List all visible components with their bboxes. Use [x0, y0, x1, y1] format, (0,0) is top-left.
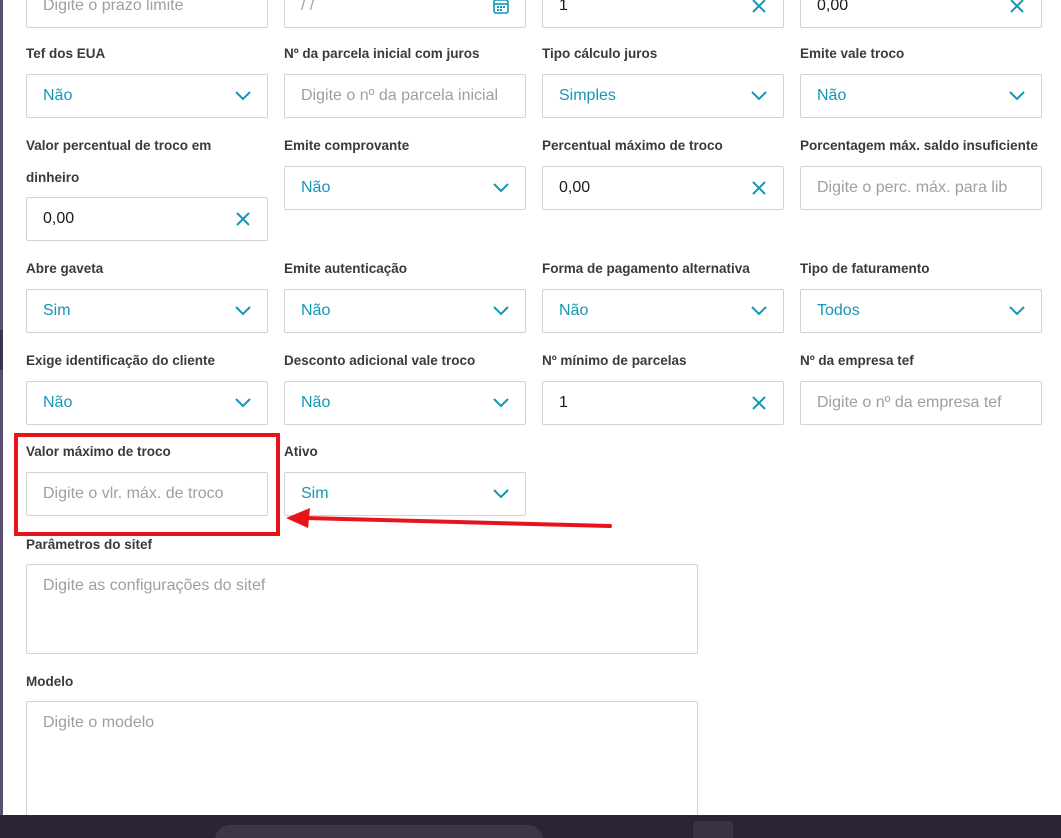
desconto-adicional-select[interactable]: Não	[284, 381, 526, 425]
parcela-inicial-input[interactable]: Digite o nº da parcela inicial	[284, 74, 526, 118]
ativo-label: Ativo	[284, 444, 318, 459]
chevron-down-icon	[493, 486, 509, 502]
emite-autenticacao-select[interactable]: Não	[284, 289, 526, 333]
valor-percentual-input[interactable]: 0,00	[26, 197, 268, 241]
percentual-max-input[interactable]: 0,00	[542, 166, 784, 210]
tipo-calculo-select[interactable]: Simples	[542, 74, 784, 118]
parcela-inicial-label: Nº da parcela inicial com juros	[284, 46, 480, 61]
clear-icon[interactable]	[1009, 0, 1025, 14]
prazo-limite-input[interactable]: Digite o prazo limite	[26, 0, 268, 28]
top-decimal-input[interactable]: 0,00	[800, 0, 1042, 28]
emite-vale-select[interactable]: Não	[800, 74, 1042, 118]
taskbar-app-icon[interactable]	[693, 821, 733, 838]
tef-eua-select[interactable]: Não	[26, 74, 268, 118]
clear-icon[interactable]	[751, 395, 767, 411]
chevron-down-icon	[235, 395, 251, 411]
tef-eua-label: Tef dos EUA	[26, 46, 106, 61]
emite-vale-label: Emite vale troco	[800, 46, 905, 61]
tipo-faturamento-select[interactable]: Todos	[800, 289, 1042, 333]
percentual-max-label: Percentual máximo de troco	[542, 138, 723, 153]
chevron-down-icon	[493, 395, 509, 411]
chevron-down-icon	[235, 303, 251, 319]
abre-gaveta-label: Abre gaveta	[26, 261, 104, 276]
modelo-label: Modelo	[26, 674, 74, 689]
chevron-down-icon	[493, 180, 509, 196]
forma-pagamento-label: Forma de pagamento alternativa	[542, 261, 750, 276]
parametros-sitef-label: Parâmetros do sitef	[26, 537, 153, 552]
chevron-down-icon	[751, 88, 767, 104]
forma-pagamento-select[interactable]: Não	[542, 289, 784, 333]
top-number-input[interactable]: 1	[542, 0, 784, 28]
tipo-faturamento-label: Tipo de faturamento	[800, 261, 930, 276]
ativo-select[interactable]: Sim	[284, 472, 526, 516]
chevron-down-icon	[751, 303, 767, 319]
valor-percentual-label-2: dinheiro	[26, 170, 80, 185]
chevron-down-icon	[235, 88, 251, 104]
clear-icon[interactable]	[235, 211, 251, 227]
clear-icon[interactable]	[751, 180, 767, 196]
emite-comprovante-select[interactable]: Não	[284, 166, 526, 210]
date-input[interactable]: / /	[284, 0, 526, 28]
clear-icon[interactable]	[751, 0, 767, 14]
exige-identificacao-label: Exige identificação do cliente	[26, 353, 216, 368]
calendar-icon[interactable]	[493, 0, 509, 14]
emite-comprovante-label: Emite comprovante	[284, 138, 410, 153]
porcentagem-max-input[interactable]: Digite o perc. máx. para lib	[800, 166, 1042, 210]
desconto-adicional-label: Desconto adicional vale troco	[284, 353, 476, 368]
taskbar	[0, 815, 1061, 838]
chevron-down-icon	[493, 303, 509, 319]
emite-autenticacao-label: Emite autenticação	[284, 261, 408, 276]
minimo-parcelas-input[interactable]: 1	[542, 381, 784, 425]
valor-percentual-label-1: Valor percentual de troco em	[26, 138, 212, 153]
empresa-tef-label: Nº da empresa tef	[800, 353, 914, 368]
highlight-box	[14, 433, 280, 536]
abre-gaveta-select[interactable]: Sim	[26, 289, 268, 333]
window-left-edge	[0, 0, 3, 815]
exige-identificacao-select[interactable]: Não	[26, 381, 268, 425]
porcentagem-max-label: Porcentagem máx. saldo insuficiente	[800, 138, 1038, 153]
tipo-calculo-label: Tipo cálculo juros	[542, 46, 658, 61]
chevron-down-icon	[1009, 88, 1025, 104]
minimo-parcelas-label: Nº mínimo de parcelas	[542, 353, 687, 368]
chevron-down-icon	[1009, 303, 1025, 319]
parametros-sitef-textarea[interactable]: Digite as configurações do sitef	[26, 564, 698, 654]
empresa-tef-input[interactable]: Digite o nº da empresa tef	[800, 381, 1042, 425]
modelo-textarea[interactable]: Digite o modelo	[26, 701, 698, 831]
taskbar-search[interactable]	[215, 825, 543, 838]
